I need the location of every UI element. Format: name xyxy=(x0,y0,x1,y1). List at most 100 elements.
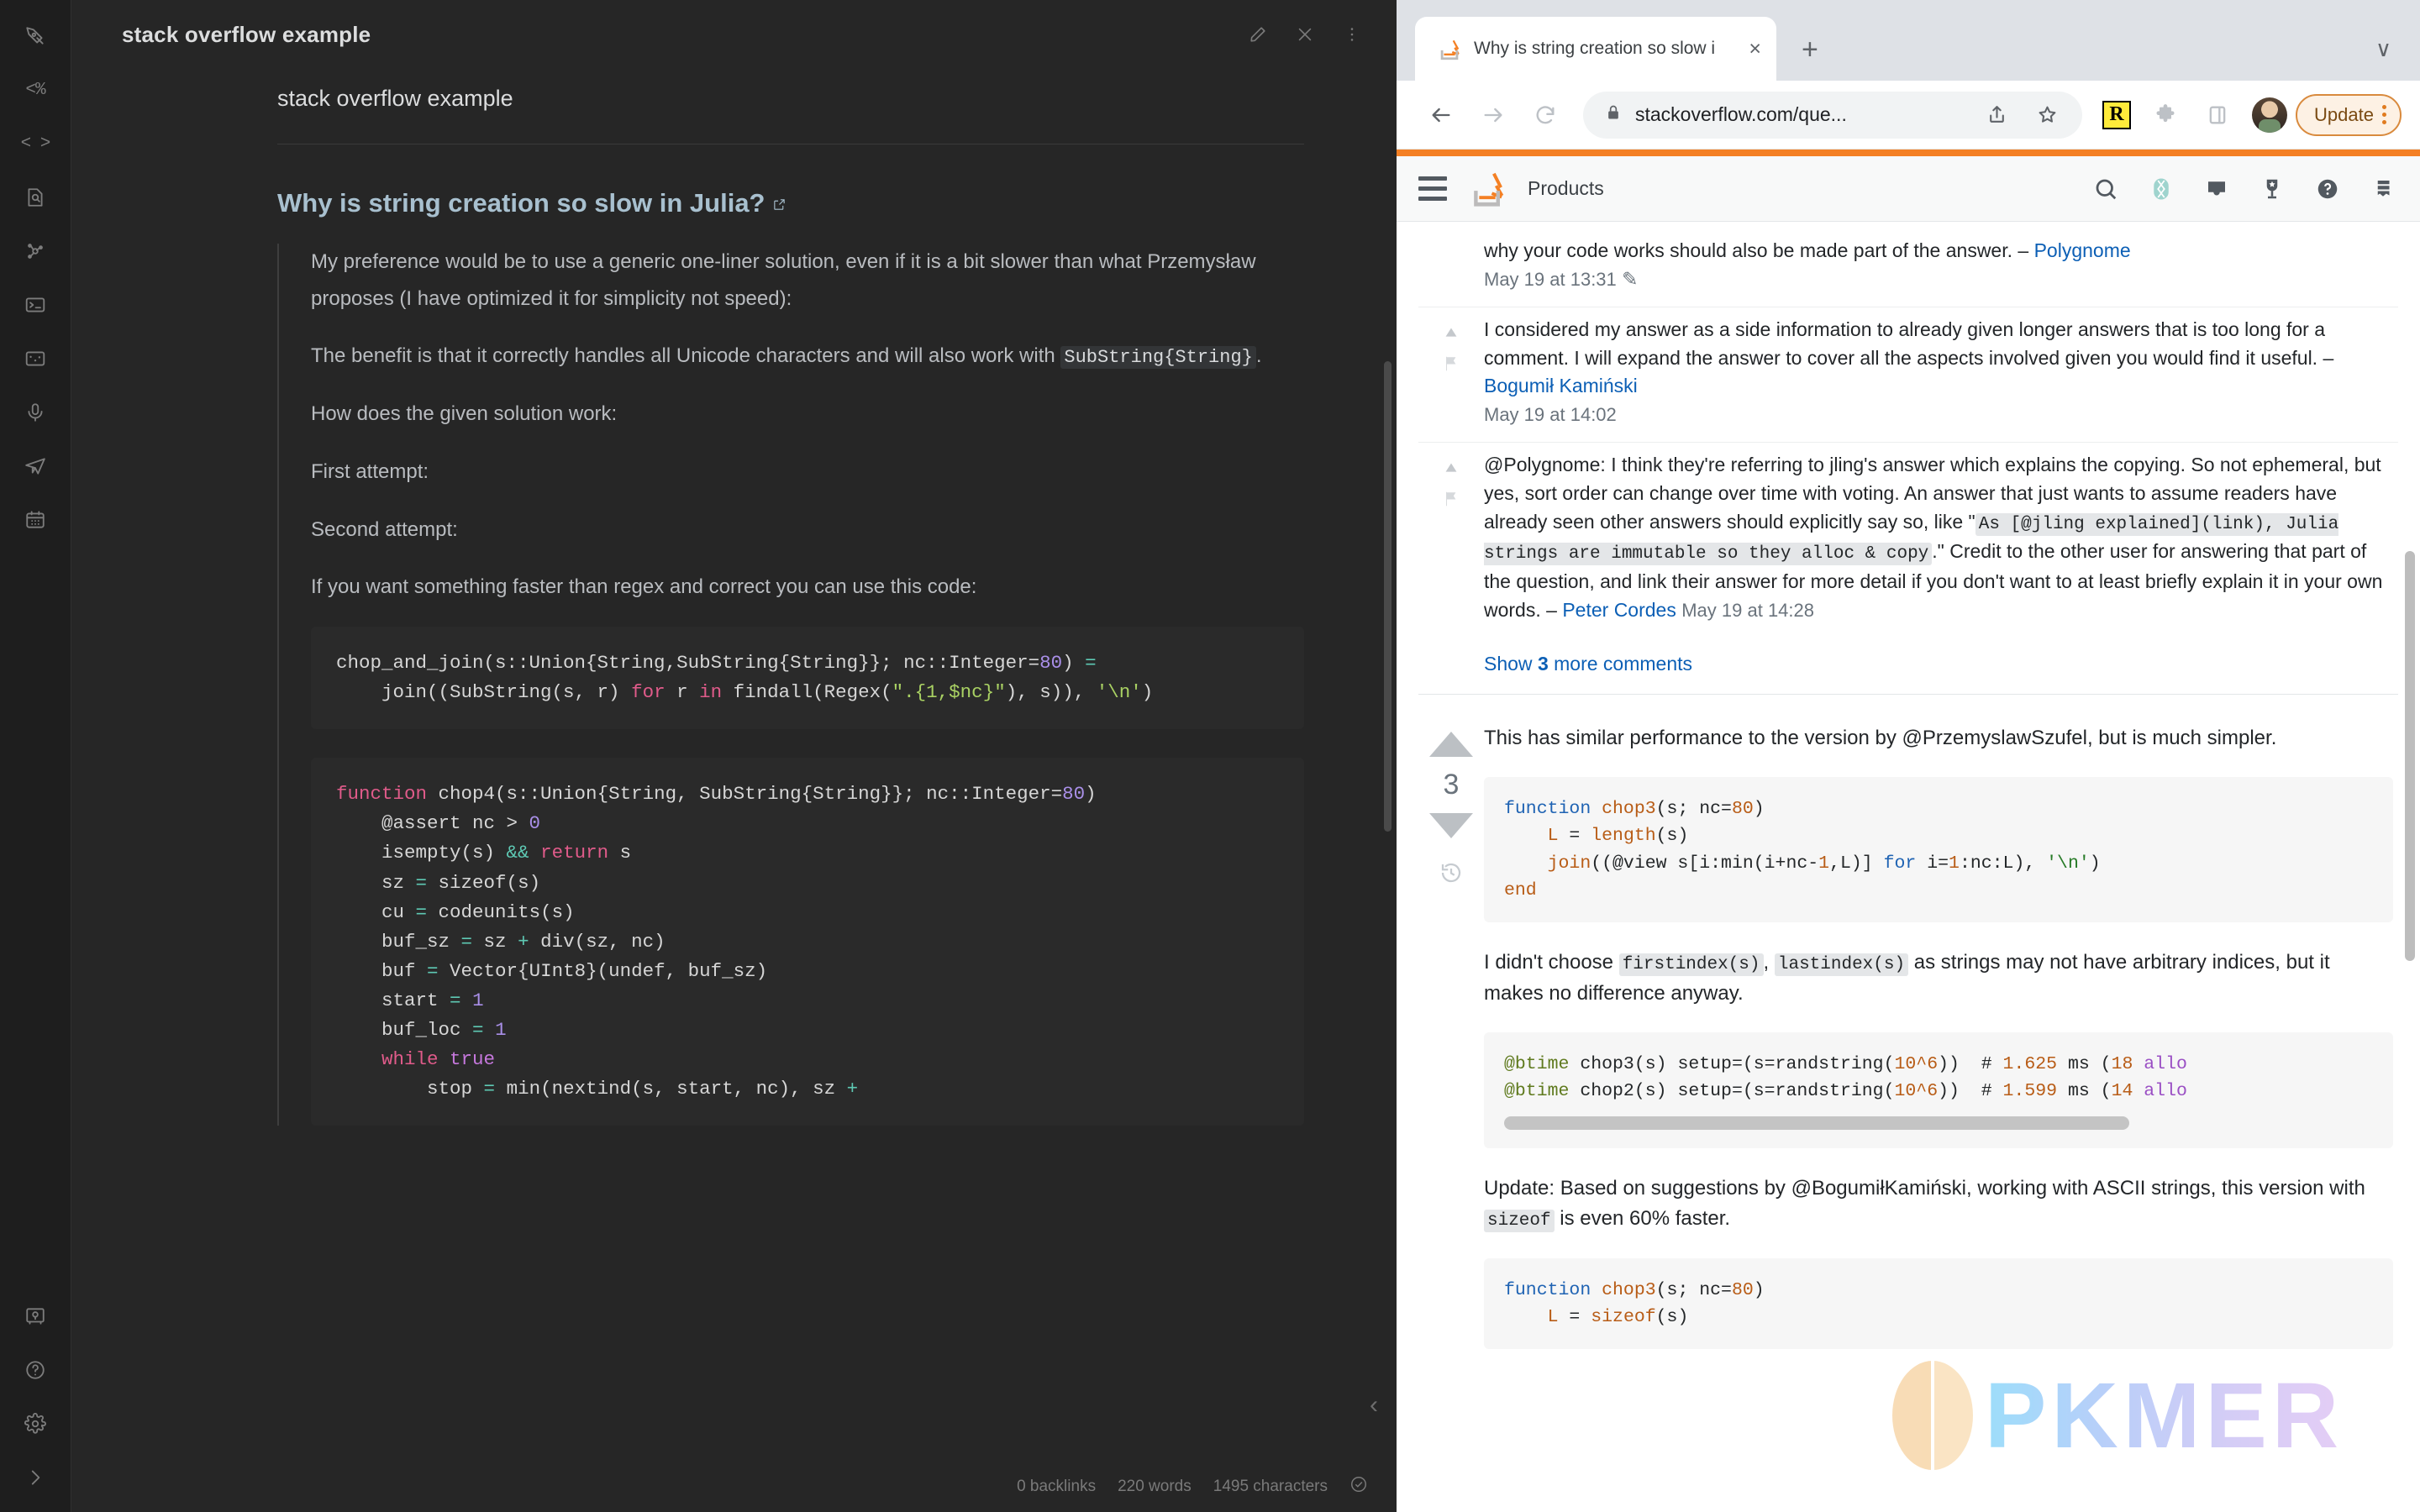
note-vertical-scrollbar[interactable] xyxy=(1384,361,1392,832)
question-title-link[interactable]: Why is string creation so slow in Julia? xyxy=(277,188,765,218)
forward-arrow-icon[interactable] xyxy=(1467,89,1519,141)
share-icon[interactable] xyxy=(1978,97,2015,134)
inbox-icon[interactable] xyxy=(2202,174,2232,204)
comment-row: @Polygnome: I think they're referring to… xyxy=(1418,442,2398,638)
comment-upvote-icon[interactable] xyxy=(1442,323,1460,347)
search-icon[interactable] xyxy=(2091,174,2121,204)
note-tab-title[interactable]: stack overflow example xyxy=(122,22,371,48)
collapse-sidebar-chevron-icon[interactable]: ‹ xyxy=(1370,1391,1378,1420)
show-more-prefix: Show xyxy=(1484,653,1538,675)
comment-body: why your code works should also be made … xyxy=(1484,237,2398,293)
note-app-window: <% < > stack overflow example stack over… xyxy=(0,0,1397,1512)
check-circle-icon[interactable] xyxy=(1349,1475,1368,1499)
microphone-icon[interactable] xyxy=(16,393,55,432)
calendar-icon[interactable] xyxy=(16,501,55,539)
comment-edit-pencil-icon[interactable]: ✎ xyxy=(1622,268,1638,290)
page-vertical-scrollbar[interactable] xyxy=(2405,551,2415,961)
new-tab-button[interactable]: + xyxy=(1802,35,1818,64)
products-link[interactable]: Products xyxy=(1528,177,1604,200)
note-header-actions xyxy=(1247,24,1363,45)
quote-paragraph-1: My preference would be to use a generic … xyxy=(311,250,1256,310)
address-bar-url[interactable]: stackoverflow.com/que... xyxy=(1635,103,1965,126)
comment-upvote-icon[interactable] xyxy=(1442,458,1460,482)
external-link-icon[interactable] xyxy=(772,188,786,218)
stackoverflow-page-content[interactable]: why your code works should also be made … xyxy=(1397,222,2420,1512)
comment-date: May 19 at 14:02 xyxy=(1484,403,1617,425)
note-body[interactable]: stack overflow example Why is string cre… xyxy=(71,69,1397,1512)
comment-author-link[interactable]: Bogumił Kamiński xyxy=(1484,375,1638,396)
code-horizontal-scrollbar[interactable] xyxy=(1504,1116,2130,1131)
answer-code-block-2[interactable]: @btime chop3(s) setup=(s=randstring(10^6… xyxy=(1484,1032,2393,1149)
extension-badge-r-icon[interactable]: R xyxy=(2102,100,2132,129)
downvote-arrow-icon[interactable] xyxy=(1429,813,1473,839)
terminal-icon[interactable] xyxy=(16,286,55,324)
review-queues-icon[interactable] xyxy=(2368,174,2398,204)
more-options-icon[interactable] xyxy=(1341,24,1363,45)
profile-avatar[interactable] xyxy=(2252,97,2288,133)
comment-actions xyxy=(1418,451,1484,624)
vault-icon[interactable] xyxy=(16,1297,55,1336)
hamburger-menu-icon[interactable] xyxy=(1418,176,1447,201)
note-heading-1: stack overflow example xyxy=(277,86,513,111)
show-more-count: 3 xyxy=(1537,653,1549,675)
quote-paragraph-6: If you want something faster than regex … xyxy=(311,575,977,599)
answer-body: This has similar performance to the vers… xyxy=(1484,723,2398,1374)
browser-tab-title: Why is string creation so slow i xyxy=(1474,39,1716,58)
comment-author-link[interactable]: Peter Cordes xyxy=(1562,599,1676,621)
chrome-menu-kebab-icon[interactable] xyxy=(2379,105,2390,124)
code-brackets-icon[interactable]: < > xyxy=(16,124,55,163)
browser-toolbar: stackoverflow.com/que... R Update xyxy=(1397,81,2420,150)
so-scroll-area: why your code works should also be made … xyxy=(1397,222,2420,1374)
quote-paragraph-3: How does the given solution work: xyxy=(311,402,618,426)
comment-row: I considered my answer as a side informa… xyxy=(1418,307,2398,442)
answer-p3-after: is even 60% faster. xyxy=(1554,1207,1731,1231)
note-code-block-2[interactable]: function chop4(s::Union{String, SubStrin… xyxy=(311,758,1304,1126)
bookmark-star-icon[interactable] xyxy=(2028,97,2065,134)
inline-code-substring: SubString{String} xyxy=(1060,346,1256,370)
comment-row: why your code works should also be made … xyxy=(1418,237,2398,307)
answer-inline-code-lastindex: lastindex(s) xyxy=(1774,953,1909,977)
achievements-trophy-icon[interactable] xyxy=(2257,174,2287,204)
watermark-text: PKMER xyxy=(1985,1363,2344,1467)
stackoverflow-logo-icon[interactable] xyxy=(1469,168,1506,210)
answer-paragraph-2: I didn't choose firstindex(s), lastindex… xyxy=(1484,948,2393,1009)
address-bar[interactable]: stackoverflow.com/que... xyxy=(1583,91,2083,139)
back-arrow-icon[interactable] xyxy=(1415,89,1467,141)
note-code-block-1[interactable]: chop_and_join(s::Union{String,SubString{… xyxy=(311,627,1304,730)
update-button[interactable]: Update xyxy=(2296,93,2402,136)
browser-tab-active[interactable]: Why is string creation so slow i × xyxy=(1415,17,1776,81)
answer-paragraph-1: This has similar performance to the vers… xyxy=(1484,727,2277,750)
graph-view-icon[interactable] xyxy=(16,232,55,270)
help-circle-icon[interactable] xyxy=(16,1351,55,1389)
comment-flag-icon[interactable] xyxy=(1442,489,1460,513)
note-content: stack overflow example Why is string cre… xyxy=(71,86,1397,1126)
comment-author-link[interactable]: Polygnome xyxy=(2034,239,2131,261)
note-header: stack overflow example xyxy=(71,0,1397,69)
reload-icon[interactable] xyxy=(1519,89,1571,141)
watermark-logo-icon xyxy=(1892,1361,1973,1470)
extensions-puzzle-icon[interactable] xyxy=(2139,89,2191,141)
close-icon[interactable] xyxy=(1294,24,1316,45)
stackoverflow-navbar: Products xyxy=(1397,156,2420,222)
answer-code-block-3[interactable]: function chop3(s; nc=80) L = sizeof(s) xyxy=(1484,1257,2393,1350)
app-ribbon-sidebar: <% < > xyxy=(0,0,71,1512)
pen-nib-icon[interactable] xyxy=(16,17,55,55)
side-panel-icon[interactable] xyxy=(2191,89,2244,141)
edit-pencil-icon[interactable] xyxy=(1247,24,1269,45)
template-percent-icon[interactable]: <% xyxy=(16,71,55,109)
upvote-arrow-icon[interactable] xyxy=(1429,732,1473,758)
help-icon[interactable] xyxy=(2312,174,2343,204)
paper-plane-icon[interactable] xyxy=(16,447,55,486)
file-search-icon[interactable] xyxy=(16,178,55,217)
show-more-comments-link[interactable]: Show 3 more comments xyxy=(1418,638,2398,694)
answer-code-block-1[interactable]: function chop3(s; nc=80) L = length(s) j… xyxy=(1484,777,2393,923)
stackoverflow-orange-accent-bar xyxy=(1397,150,2420,156)
excalidraw-icon[interactable] xyxy=(16,339,55,378)
site-switcher-icon[interactable] xyxy=(2146,174,2176,204)
tab-search-chevron-down-icon[interactable]: ∨ xyxy=(2375,36,2391,62)
revision-history-icon[interactable] xyxy=(1439,860,1464,890)
comment-flag-icon[interactable] xyxy=(1442,354,1460,378)
chevron-right-icon[interactable] xyxy=(16,1458,55,1497)
tab-close-icon[interactable]: × xyxy=(1749,38,1761,60)
settings-gear-icon[interactable] xyxy=(16,1404,55,1443)
